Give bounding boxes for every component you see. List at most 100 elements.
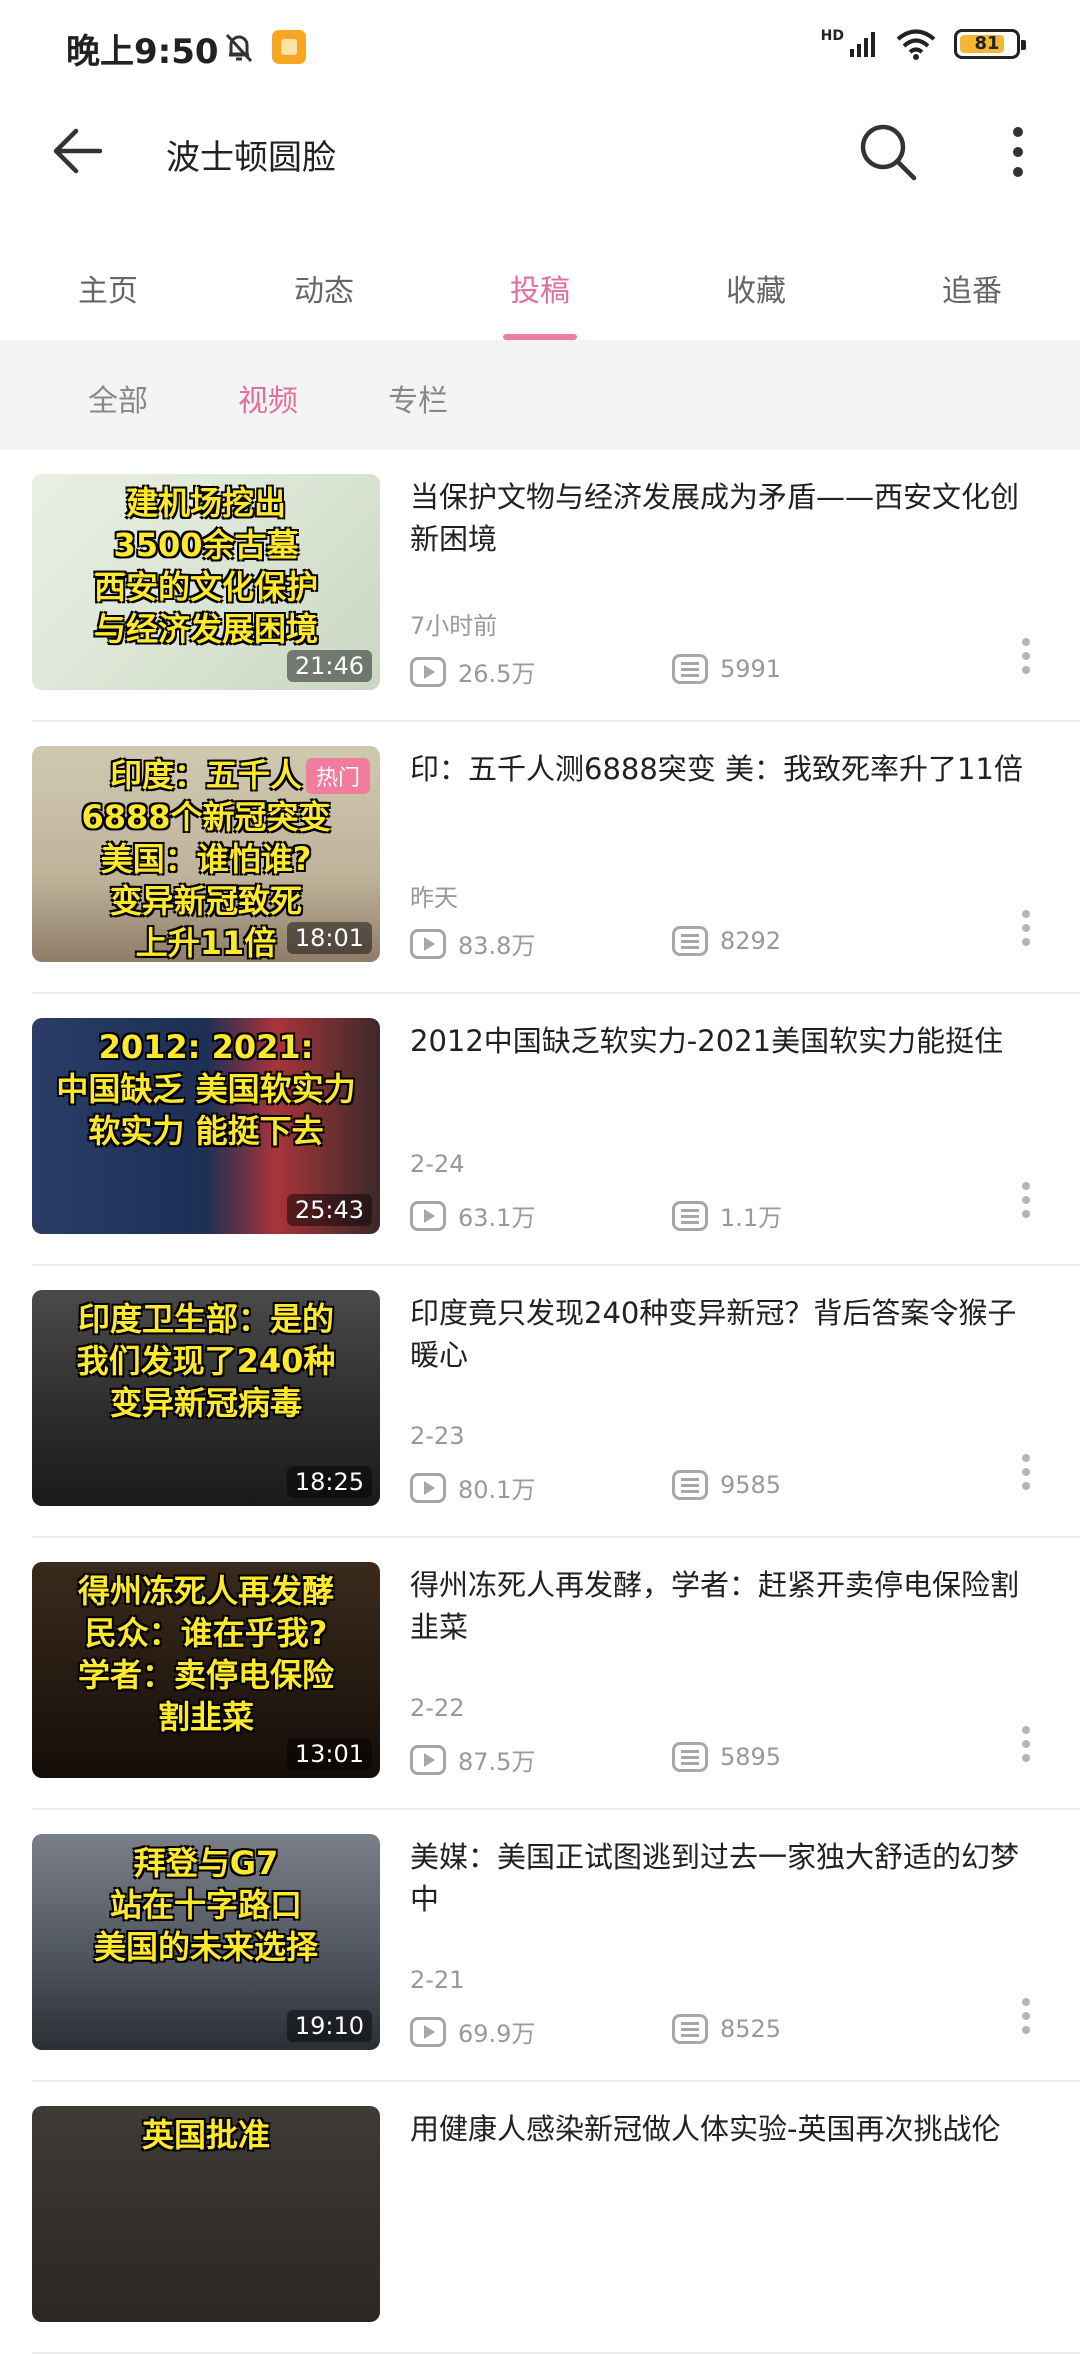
search-icon[interactable] <box>858 122 918 182</box>
view-count-value: 83.8万 <box>458 932 536 960</box>
status-indicators: HD 81 <box>820 28 1026 60</box>
subtab-video[interactable]: 视频 <box>238 376 298 420</box>
video-thumbnail[interactable]: 拜登与G7 站在十字路口 美国的未来选择 19:10 <box>32 1834 380 2050</box>
video-stats: 87.5万 5895 <box>410 1742 1060 1776</box>
more-vertical-icon[interactable] <box>1000 124 1036 180</box>
view-count-value: 69.9万 <box>458 2020 536 2048</box>
subtab-all[interactable]: 全部 <box>88 376 148 420</box>
video-thumbnail[interactable]: 英国批准 <box>32 2106 380 2322</box>
video-duration: 18:01 <box>286 922 372 954</box>
video-stats: 80.1万 9585 <box>410 1470 1060 1504</box>
play-count-icon <box>410 1200 446 1231</box>
view-count: 63.1万 <box>410 1198 535 1233</box>
battery-level: 81 <box>974 33 1000 54</box>
video-list-item[interactable]: 印度卫生部：是的 我们发现了240种 变异新冠病毒 18:25 印度竟只发现24… <box>0 1266 1080 1538</box>
danmaku-count-value: 5991 <box>720 655 782 683</box>
video-stats: 83.8万 8292 <box>410 926 1060 960</box>
video-list-item[interactable]: 建机场挖出 3500余古墓 西安的文化保护 与经济发展困境 21:46 当保护文… <box>0 450 1080 722</box>
danmaku-icon <box>672 654 708 684</box>
profile-tabs: 主页 动态 投稿 收藏 追番 <box>0 240 1080 340</box>
item-more-icon[interactable] <box>1020 1454 1032 1494</box>
danmaku-count: 9585 <box>672 1470 781 1500</box>
danmaku-count: 8525 <box>672 2014 781 2044</box>
item-more-icon[interactable] <box>1020 1998 1032 2038</box>
wifi-icon <box>896 29 936 60</box>
video-list-item[interactable]: 得州冻死人再发酵 民众：谁在乎我? 学者：卖停电保险 割韭菜 13:01 得州冻… <box>0 1538 1080 1810</box>
thumbnail-caption: 得州冻死人再发酵 民众：谁在乎我? 学者：卖停电保险 割韭菜 <box>77 1572 334 1736</box>
tab-bangumi[interactable]: 追番 <box>864 240 1080 340</box>
subtab-articles[interactable]: 专栏 <box>388 376 448 420</box>
view-count-value: 80.1万 <box>458 1476 536 1504</box>
video-stats: 26.5万 5991 <box>410 654 1060 688</box>
upload-date: 2-24 <box>410 1150 465 1178</box>
video-thumbnail[interactable]: 建机场挖出 3500余古墓 西安的文化保护 与经济发展困境 21:46 <box>32 474 380 690</box>
video-stats: 63.1万 1.1万 <box>410 1198 1060 1232</box>
thumbnail-caption: 拜登与G7 站在十字路口 美国的未来选择 <box>93 1844 318 1966</box>
video-title[interactable]: 印度竟只发现240种变异新冠？背后答案令猴子暖心 <box>410 1292 1040 1376</box>
hot-badge: 热门 <box>305 758 370 794</box>
video-thumbnail[interactable]: 印度卫生部：是的 我们发现了240种 变异新冠病毒 18:25 <box>32 1290 380 1506</box>
mute-bell-icon <box>225 33 253 63</box>
status-bar: 晚上9:50 HD 81 <box>0 0 1080 96</box>
video-title[interactable]: 当保护文物与经济发展成为矛盾——西安文化创新困境 <box>410 476 1040 560</box>
video-list-item[interactable]: 拜登与G7 站在十字路口 美国的未来选择 19:10 美媒：美国正试图逃到过去一… <box>0 1810 1080 2082</box>
item-more-icon[interactable] <box>1020 1726 1032 1766</box>
video-duration: 19:10 <box>286 2010 372 2042</box>
tab-uploads[interactable]: 投稿 <box>432 240 648 340</box>
video-title[interactable]: 2012中国缺乏软实力-2021美国软实力能挺住 <box>410 1020 1040 1062</box>
play-count-icon <box>410 656 446 687</box>
thumbnail-caption: 2012: 2021: 中国缺乏 美国软实力 软实力 能挺下去 <box>56 1028 356 1150</box>
video-title[interactable]: 得州冻死人再发酵，学者：赶紧开卖停电保险割韭菜 <box>410 1564 1040 1648</box>
video-thumbnail[interactable]: 印度：五千人 6888个新冠突变 美国：谁怕谁? 变异新冠致死 上升11倍 热门… <box>32 746 380 962</box>
item-more-icon[interactable] <box>1020 1182 1032 1222</box>
item-more-icon[interactable] <box>1020 638 1032 678</box>
play-count-icon <box>410 928 446 959</box>
thumbnail-caption: 印度卫生部：是的 我们发现了240种 变异新冠病毒 <box>76 1300 336 1422</box>
battery-icon: 81 <box>954 29 1026 59</box>
video-list-item[interactable]: 英国批准 用健康人感染新冠做人体实验-英国再次挑战伦 <box>0 2082 1080 2354</box>
danmaku-icon <box>672 1742 708 1772</box>
page-title: 波士顿圆脸 <box>166 138 336 178</box>
view-count-value: 87.5万 <box>458 1748 536 1776</box>
video-thumbnail[interactable]: 得州冻死人再发酵 民众：谁在乎我? 学者：卖停电保险 割韭菜 13:01 <box>32 1562 380 1778</box>
tab-dynamics[interactable]: 动态 <box>216 240 432 340</box>
video-title[interactable]: 印：五千人测6888突变 美：我致死率升了11倍 <box>410 748 1040 790</box>
danmaku-count: 5895 <box>672 1742 781 1772</box>
video-duration: 18:25 <box>286 1466 372 1498</box>
thumbnail-caption: 英国批准 <box>141 2116 270 2154</box>
danmaku-count: 8292 <box>672 926 781 956</box>
view-count: 80.1万 <box>410 1470 535 1505</box>
view-count: 83.8万 <box>410 926 535 961</box>
tab-favorites[interactable]: 收藏 <box>648 240 864 340</box>
signal-icon <box>850 32 875 57</box>
item-more-icon[interactable] <box>1020 910 1032 950</box>
upload-date: 昨天 <box>410 884 458 912</box>
back-arrow-icon[interactable] <box>50 126 104 176</box>
upload-date: 7小时前 <box>410 612 498 640</box>
upload-filter-bar: 全部 视频 专栏 <box>0 340 1080 450</box>
danmaku-count-value: 8525 <box>720 2015 782 2043</box>
thumbnail-caption: 建机场挖出 3500余古墓 西安的文化保护 与经济发展困境 <box>93 484 318 648</box>
play-count-icon <box>410 1744 446 1775</box>
upload-date: 2-21 <box>410 1966 465 1994</box>
view-count: 26.5万 <box>410 654 535 689</box>
video-thumbnail[interactable]: 2012: 2021: 中国缺乏 美国软实力 软实力 能挺下去 25:43 <box>32 1018 380 1234</box>
tab-home[interactable]: 主页 <box>0 240 216 340</box>
danmaku-icon <box>672 2014 708 2044</box>
danmaku-count-value: 8292 <box>720 927 782 955</box>
upload-date: 2-22 <box>410 1694 465 1722</box>
app-header: 波士顿圆脸 <box>0 96 1080 206</box>
danmaku-count-value: 9585 <box>720 1471 782 1499</box>
app-notification-icon <box>272 30 306 64</box>
play-count-icon <box>410 1472 446 1503</box>
video-title[interactable]: 用健康人感染新冠做人体实验-英国再次挑战伦 <box>410 2108 1040 2150</box>
danmaku-icon <box>672 926 708 956</box>
video-list-item[interactable]: 印度：五千人 6888个新冠突变 美国：谁怕谁? 变异新冠致死 上升11倍 热门… <box>0 722 1080 994</box>
video-stats: 69.9万 8525 <box>410 2014 1060 2048</box>
upload-date: 2-23 <box>410 1422 465 1450</box>
video-title[interactable]: 美媒：美国正试图逃到过去一家独大舒适的幻梦中 <box>410 1836 1040 1920</box>
video-list-item[interactable]: 2012: 2021: 中国缺乏 美国软实力 软实力 能挺下去 25:43 20… <box>0 994 1080 1266</box>
danmaku-count: 1.1万 <box>672 1198 782 1233</box>
video-duration: 13:01 <box>286 1738 372 1770</box>
network-type: HD <box>820 28 844 44</box>
